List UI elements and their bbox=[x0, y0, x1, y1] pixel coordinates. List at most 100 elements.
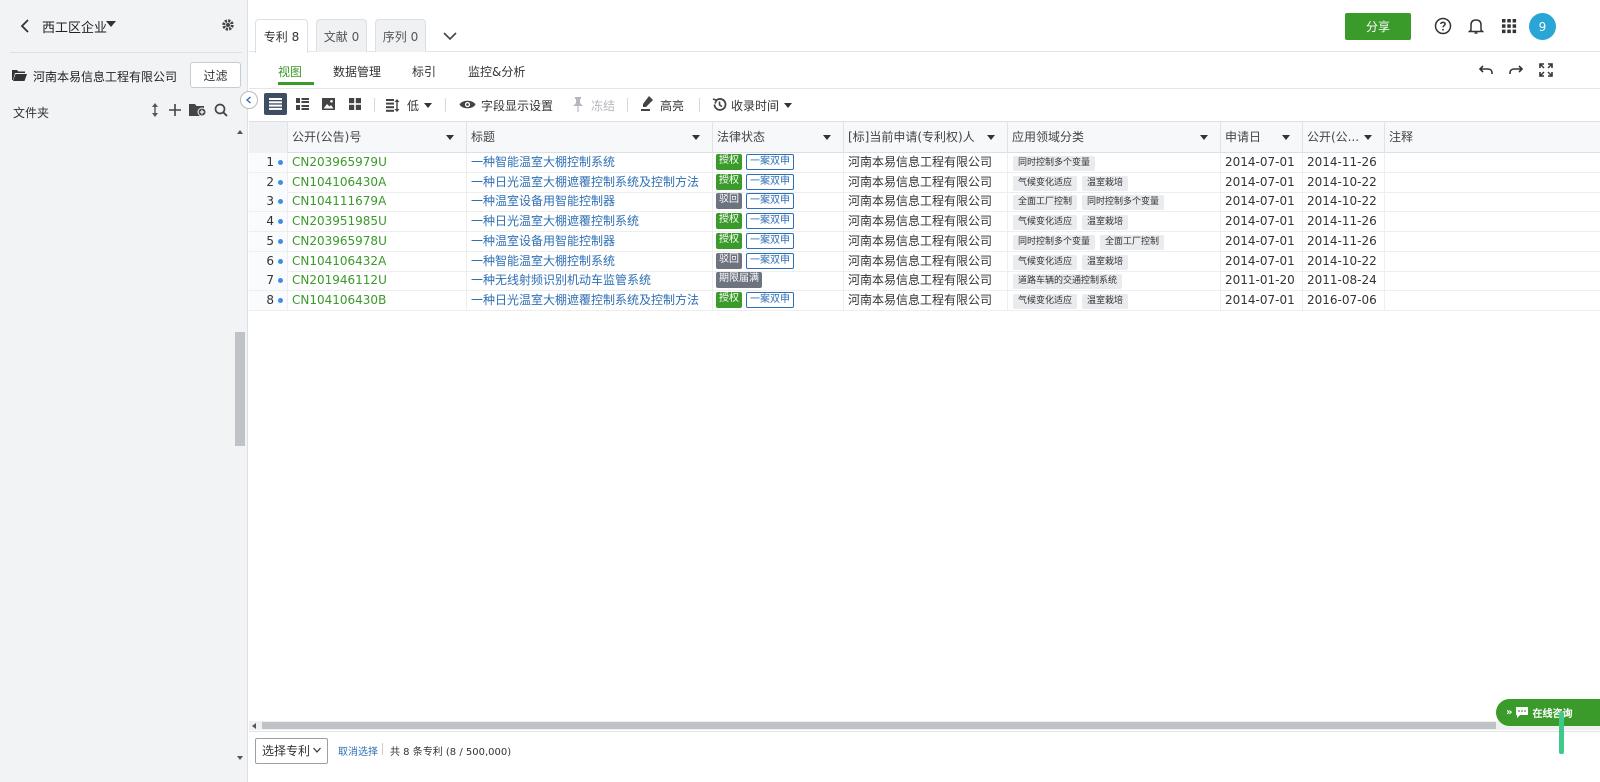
freeze-label[interactable]: 冻结 bbox=[591, 97, 615, 114]
subnav-monitor-analysis[interactable]: 监控&分析 bbox=[468, 63, 525, 80]
online-chat-button[interactable]: » 在线咨询 bbox=[1496, 699, 1600, 726]
pub-number-link[interactable]: CN201946112U bbox=[288, 271, 467, 291]
patent-title-link[interactable]: 一种温室设备用智能控制器 bbox=[467, 231, 713, 251]
application-field-tag[interactable]: 温室栽培 bbox=[1082, 254, 1129, 270]
pub-number-link[interactable]: CN203965978U bbox=[288, 231, 467, 251]
notes-cell[interactable] bbox=[1385, 173, 1600, 192]
list-view-button[interactable] bbox=[264, 93, 287, 115]
avatar[interactable]: 9 bbox=[1529, 13, 1556, 40]
patent-title-link[interactable]: 一种温室设备用智能控制器 bbox=[467, 192, 713, 212]
column-menu-icon[interactable] bbox=[987, 135, 995, 140]
application-field-tag[interactable]: 同时控制多个变量 bbox=[1013, 234, 1096, 250]
sort-field-label[interactable]: 收录时间 bbox=[731, 97, 779, 114]
patent-title-link[interactable]: 一种无线射频识别机动车监管系统 bbox=[467, 271, 713, 291]
application-field-tag[interactable]: 温室栽培 bbox=[1082, 175, 1129, 191]
density-icon[interactable] bbox=[386, 99, 400, 115]
chevron-down-icon[interactable] bbox=[443, 30, 457, 41]
patent-title-link[interactable]: 一种智能温室大棚控制系统 bbox=[467, 153, 713, 172]
plus-icon[interactable] bbox=[168, 103, 182, 117]
grid-view-button[interactable] bbox=[343, 93, 366, 115]
pub-number-link[interactable]: CN104111679A bbox=[288, 192, 467, 212]
scroll-thumb[interactable] bbox=[235, 332, 245, 446]
notes-cell[interactable] bbox=[1385, 153, 1600, 172]
column-menu-icon[interactable] bbox=[446, 135, 454, 140]
notes-cell[interactable] bbox=[1385, 291, 1600, 310]
table-row[interactable]: 2 CN104106430A 一种日光温室大棚遮覆控制系统及控制方法 授权 一案双申 河南… bbox=[249, 172, 1600, 193]
horizontal-scroll-thumb[interactable] bbox=[262, 722, 1496, 729]
application-field-tag[interactable]: 气候变化适应 bbox=[1013, 293, 1078, 309]
cancel-selection-link[interactable]: 取消选择 bbox=[338, 743, 378, 758]
patent-title-link[interactable]: 一种智能温室大棚控制系统 bbox=[467, 251, 713, 271]
help-icon[interactable] bbox=[1434, 17, 1452, 35]
pub-number-link[interactable]: CN104106430B bbox=[288, 290, 467, 310]
pub-number-link[interactable]: CN104106430A bbox=[288, 172, 467, 192]
tab-literature[interactable]: 文献 0 bbox=[316, 19, 367, 52]
back-arrow-icon[interactable] bbox=[18, 18, 34, 34]
column-header-pub-date[interactable]: 公开(公... bbox=[1303, 122, 1385, 153]
application-field-tag[interactable]: 气候变化适应 bbox=[1013, 175, 1078, 191]
search-icon[interactable] bbox=[214, 103, 228, 117]
application-field-tag[interactable]: 温室栽培 bbox=[1082, 215, 1129, 231]
density-label[interactable]: 低 bbox=[407, 97, 419, 114]
table-row[interactable]: 4 CN203951985U 一种日光温室大棚遮覆控制系统 授权 一案双申 河南本易信息工… bbox=[249, 212, 1600, 233]
sort-dropdown-icon[interactable] bbox=[784, 103, 792, 108]
column-menu-icon[interactable] bbox=[823, 135, 831, 140]
column-menu-icon[interactable] bbox=[692, 135, 700, 140]
column-header-applicant[interactable]: [标]当前申请(专利权)人 bbox=[844, 122, 1008, 153]
pub-number-link[interactable]: CN203951985U bbox=[288, 212, 467, 232]
patent-title-link[interactable]: 一种日光温室大棚遮覆控制系统 bbox=[467, 212, 713, 232]
scroll-up-icon[interactable] bbox=[237, 130, 243, 134]
detail-view-button[interactable] bbox=[291, 93, 314, 115]
notes-cell[interactable] bbox=[1385, 252, 1600, 271]
application-field-tag[interactable]: 同时控制多个变量 bbox=[1013, 156, 1096, 171]
subnav-indexing[interactable]: 标引 bbox=[412, 63, 436, 80]
pub-number-link[interactable]: CN203965979U bbox=[288, 153, 467, 172]
application-field-tag[interactable]: 温室栽培 bbox=[1082, 293, 1129, 309]
select-patents-dropdown[interactable]: 选择专利 bbox=[255, 738, 328, 764]
notes-cell[interactable] bbox=[1385, 232, 1600, 251]
column-header-pub-number[interactable]: 公开(公告)号 bbox=[288, 122, 467, 153]
notes-cell[interactable] bbox=[1385, 271, 1600, 290]
sort-updown-icon[interactable] bbox=[149, 102, 161, 118]
notes-cell[interactable] bbox=[1385, 212, 1600, 231]
application-field-tag[interactable]: 同时控制多个变量 bbox=[1082, 195, 1165, 211]
column-header-application-field[interactable]: 应用领域分类 bbox=[1008, 122, 1221, 153]
column-header-legal-status[interactable]: 法律状态 bbox=[713, 122, 844, 153]
table-row[interactable]: 6 CN104106432A 一种智能温室大棚控制系统 驳回 一案双申 河南本易信息工程有… bbox=[249, 251, 1600, 272]
tab-sequences[interactable]: 序列 0 bbox=[375, 19, 426, 52]
application-field-tag[interactable]: 全面工厂控制 bbox=[1013, 195, 1078, 211]
eye-icon[interactable] bbox=[459, 98, 476, 114]
patent-title-link[interactable]: 一种日光温室大棚遮覆控制系统及控制方法 bbox=[467, 290, 713, 310]
column-header-notes[interactable]: 注释 bbox=[1385, 122, 1600, 153]
scroll-left-icon[interactable] bbox=[252, 723, 256, 729]
density-dropdown-icon[interactable] bbox=[424, 103, 432, 108]
bell-icon[interactable] bbox=[1467, 17, 1485, 35]
column-header-application-date[interactable]: 申请日 bbox=[1221, 122, 1303, 153]
apps-grid-icon[interactable] bbox=[1500, 17, 1518, 35]
column-menu-icon[interactable] bbox=[1282, 135, 1290, 140]
table-row[interactable]: 1 CN203965979U 一种智能温室大棚控制系统 授权 一案双申 河南本易信息工程有… bbox=[249, 153, 1600, 173]
pub-number-link[interactable]: CN104106432A bbox=[288, 251, 467, 271]
application-field-tag[interactable]: 道路车辆的交通控制系统 bbox=[1013, 274, 1123, 290]
subnav-data-management[interactable]: 数据管理 bbox=[333, 63, 381, 80]
column-menu-icon[interactable] bbox=[1200, 135, 1208, 140]
column-menu-icon[interactable] bbox=[1364, 135, 1372, 140]
company-name[interactable]: 河南本易信息工程有限公司 bbox=[33, 68, 177, 85]
redo-icon[interactable] bbox=[1509, 63, 1524, 77]
scroll-down-icon[interactable] bbox=[237, 756, 243, 760]
gear-icon[interactable] bbox=[220, 17, 236, 33]
sidebar-scrollbar[interactable] bbox=[234, 128, 246, 766]
highlighter-icon[interactable] bbox=[641, 96, 654, 115]
image-view-button[interactable] bbox=[317, 93, 340, 115]
table-row[interactable]: 3 CN104111679A 一种温室设备用智能控制器 驳回 一案双申 河南本易信息工程有… bbox=[249, 192, 1600, 213]
notes-cell[interactable] bbox=[1385, 192, 1600, 211]
subnav-view[interactable]: 视图 bbox=[278, 63, 302, 80]
org-dropdown-icon[interactable] bbox=[106, 21, 116, 27]
fullscreen-icon[interactable] bbox=[1539, 63, 1553, 77]
undo-icon[interactable] bbox=[1478, 63, 1493, 77]
org-name[interactable]: 西工区企业 bbox=[42, 17, 107, 36]
pin-icon[interactable] bbox=[572, 97, 584, 115]
application-field-tag[interactable]: 全面工厂控制 bbox=[1100, 234, 1165, 250]
horizontal-scrollbar[interactable] bbox=[249, 721, 1600, 730]
highlight-label[interactable]: 高亮 bbox=[660, 97, 684, 114]
